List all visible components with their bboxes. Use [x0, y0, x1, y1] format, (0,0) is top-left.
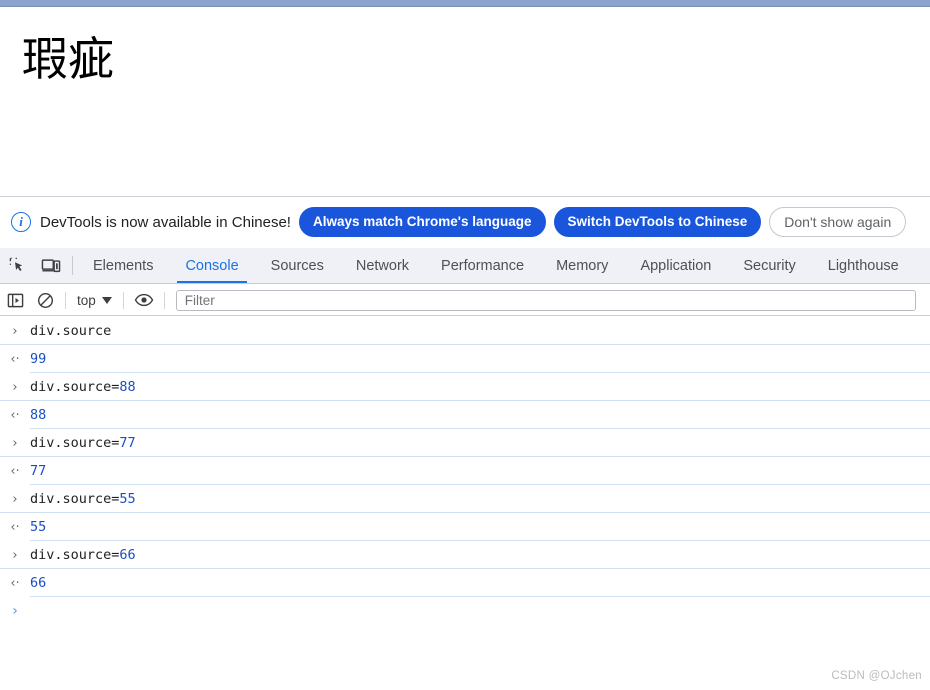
console-row-text: div.source [30, 323, 112, 339]
console-row-value: 99 [30, 351, 47, 367]
console-row-text: div.source= [30, 435, 120, 451]
console-row-value: 66 [119, 547, 136, 563]
banner-message: DevTools is now available in Chinese! [40, 213, 291, 231]
console-row-text: div.source= [30, 491, 120, 507]
input-arrow-icon: › [12, 491, 18, 507]
console-row-value: 55 [119, 491, 136, 507]
devtools-tab-bar: Elements Console Sources Network Perform… [0, 248, 930, 284]
console-output-row[interactable]: ‹· 77 [0, 457, 930, 485]
console-prompt-row[interactable]: › [0, 597, 930, 625]
browser-top-strip [0, 0, 930, 7]
output-arrow-icon: ‹· [10, 463, 20, 479]
output-arrow-icon: ‹· [10, 351, 20, 367]
input-arrow-icon: › [12, 323, 18, 339]
console-row-text: div.source= [30, 547, 120, 563]
console-output-row[interactable]: ‹· 66 [0, 569, 930, 597]
console-context-selector[interactable]: top [71, 293, 118, 308]
console-toolbar-divider [65, 291, 66, 309]
console-row-value: 77 [30, 463, 47, 479]
console-row-text: div.source= [30, 379, 120, 395]
console-input-row[interactable]: › div.source= 77 [0, 429, 930, 457]
tab-application[interactable]: Application [624, 248, 727, 283]
input-arrow-icon: › [12, 547, 18, 563]
web-page-viewport: 瑕疵 [0, 8, 930, 195]
console-input-row[interactable]: › div.source= 66 [0, 541, 930, 569]
console-row-value: 55 [30, 519, 47, 535]
page-heading: 瑕疵 [22, 32, 114, 86]
console-input-row[interactable]: › div.source= 88 [0, 373, 930, 401]
console-input-row[interactable]: › div.source= 55 [0, 485, 930, 513]
console-input-row[interactable]: › div.source [0, 317, 930, 345]
show-console-sidebar-icon[interactable] [0, 285, 30, 315]
console-row-value: 88 [119, 379, 136, 395]
prompt-arrow-icon: › [12, 603, 18, 619]
tab-sources[interactable]: Sources [255, 248, 340, 283]
input-arrow-icon: › [12, 435, 18, 451]
console-log-panel[interactable]: › div.source ‹· 99 › div.source= 88 ‹· 8… [0, 317, 930, 690]
console-output-row[interactable]: ‹· 99 [0, 345, 930, 373]
live-expression-eye-icon[interactable] [129, 285, 159, 315]
switch-devtools-to-chinese-button[interactable]: Switch DevTools to Chinese [553, 207, 762, 237]
inspect-element-icon[interactable] [0, 248, 34, 283]
console-row-value: 77 [119, 435, 136, 451]
input-arrow-icon: › [12, 379, 18, 395]
clear-console-icon[interactable] [30, 285, 60, 315]
toolbar-divider [72, 256, 73, 275]
console-toolbar: top [0, 285, 930, 316]
console-row-value: 66 [30, 575, 47, 591]
device-toolbar-icon[interactable] [34, 248, 68, 283]
tab-performance[interactable]: Performance [425, 248, 540, 283]
devtools-language-banner: i DevTools is now available in Chinese! … [0, 196, 930, 247]
tab-security[interactable]: Security [727, 248, 811, 283]
console-output-row[interactable]: ‹· 88 [0, 401, 930, 429]
always-match-chrome-language-button[interactable]: Always match Chrome's language [298, 207, 546, 237]
console-row-value: 88 [30, 407, 47, 423]
output-arrow-icon: ‹· [10, 575, 20, 591]
console-context-label: top [77, 292, 96, 308]
console-output-row[interactable]: ‹· 55 [0, 513, 930, 541]
screenshot-root: 瑕疵 i DevTools is now available in Chines… [0, 0, 930, 690]
console-toolbar-divider-3 [163, 291, 165, 309]
tab-console[interactable]: Console [169, 248, 254, 283]
tab-memory[interactable]: Memory [540, 248, 624, 283]
output-arrow-icon: ‹· [10, 407, 20, 423]
chevron-down-icon [101, 296, 112, 304]
csdn-watermark: CSDN @OJchen [831, 670, 922, 682]
console-filter-input[interactable] [175, 289, 916, 311]
tab-lighthouse[interactable]: Lighthouse [812, 248, 915, 283]
console-toolbar-divider-2 [122, 291, 124, 309]
output-arrow-icon: ‹· [10, 519, 20, 535]
info-circle-icon: i [11, 212, 31, 232]
tab-elements[interactable]: Elements [77, 248, 169, 283]
tab-network[interactable]: Network [340, 248, 425, 283]
dont-show-again-button[interactable]: Don't show again [769, 207, 907, 237]
